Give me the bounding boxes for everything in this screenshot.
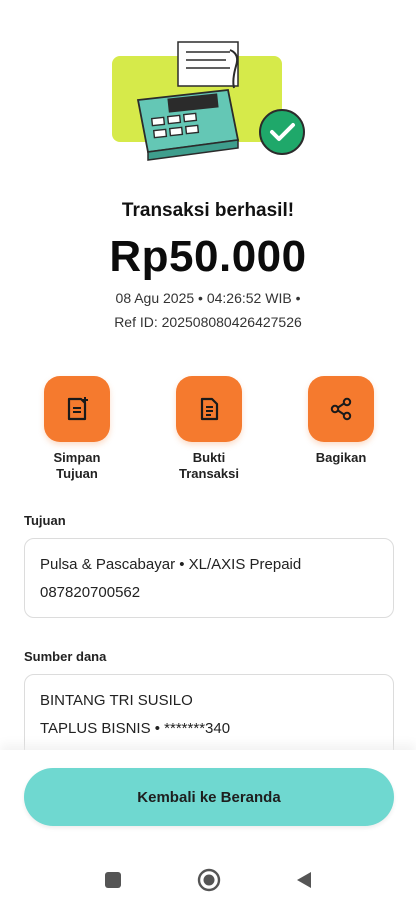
transaction-datetime: 08 Agu 2025 • 04:26:52 WIB • xyxy=(115,290,301,306)
save-destination-button[interactable] xyxy=(44,376,110,442)
circle-home-icon xyxy=(197,868,221,892)
save-destination-label: Simpan Tujuan xyxy=(53,450,101,481)
save-destination-action[interactable]: Simpan Tujuan xyxy=(27,376,127,482)
receipt-button[interactable] xyxy=(176,376,242,442)
share-label: Bagikan xyxy=(315,450,367,465)
receipt-action[interactable]: Bukti Transaksi xyxy=(159,376,259,482)
source-funds-section-label: Sumber dana xyxy=(24,649,107,664)
system-navigation-bar xyxy=(0,847,416,907)
home-button[interactable] xyxy=(196,867,222,893)
success-title: Transaksi berhasil! xyxy=(121,200,295,221)
recents-button[interactable] xyxy=(100,867,126,893)
transaction-ref-id: Ref ID: 20250808042642752​6 xyxy=(114,314,302,330)
destination-section-label: Tujuan xyxy=(24,513,66,528)
save-note-icon xyxy=(67,397,88,421)
share-button[interactable] xyxy=(308,376,374,442)
receipt-label: Bukti Transaksi xyxy=(179,450,239,481)
share-action[interactable]: Bagikan xyxy=(291,376,391,466)
triangle-back-icon xyxy=(297,872,311,888)
destination-number: 087820700562 xyxy=(40,584,141,601)
action-buttons: Simpan Tujuan Bukti Transaksi Bagikan xyxy=(0,376,416,486)
back-button[interactable] xyxy=(291,867,317,893)
transaction-amount: Rp50.000 xyxy=(109,232,307,281)
share-icon xyxy=(330,397,352,421)
square-icon xyxy=(105,872,121,888)
source-account-name: BINTANG TRI SUSILO xyxy=(40,692,193,709)
destination-card: Pulsa & Pascabayar • XL/AXIS Prepaid 087… xyxy=(24,538,394,618)
back-to-home-button[interactable]: Kembali ke Beranda xyxy=(24,768,394,826)
destination-product: Pulsa & Pascabayar • XL/AXIS Prepaid xyxy=(40,556,302,573)
payment-terminal-illustration xyxy=(112,41,305,161)
receipt-icon xyxy=(200,397,219,421)
source-account-number: TAPLUS BISNIS • *******340 xyxy=(40,720,231,737)
